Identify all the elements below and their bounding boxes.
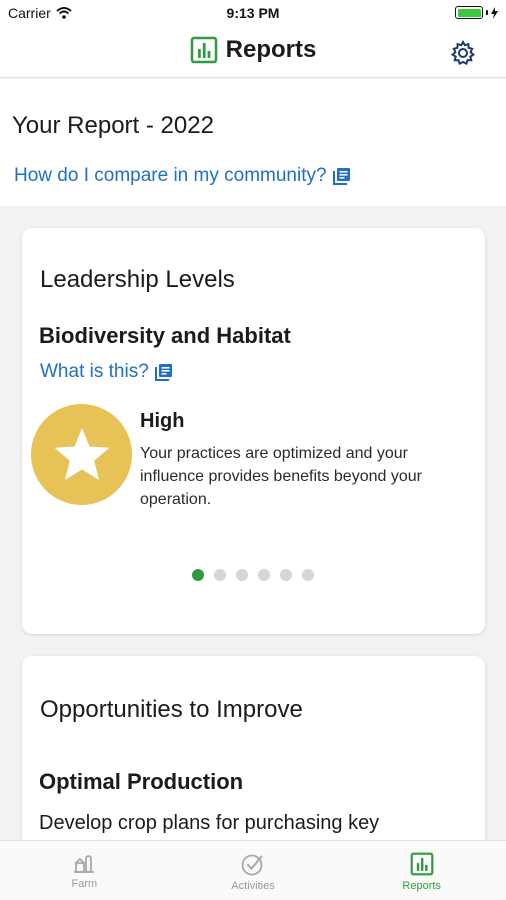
tab-farm-label: Farm xyxy=(71,878,98,890)
level-description: Your practices are optimized and your in… xyxy=(140,445,422,508)
gear-icon xyxy=(450,40,476,65)
bar-chart-icon xyxy=(190,36,217,64)
what-is-this-link[interactable]: What is this? xyxy=(40,361,173,383)
star-icon xyxy=(54,427,109,480)
status-time: 9:13 PM xyxy=(226,5,280,21)
tab-activities-label: Activities xyxy=(231,880,275,892)
what-is-this-label: What is this? xyxy=(40,361,149,382)
tab-reports[interactable]: Reports xyxy=(337,841,506,900)
book-icon xyxy=(154,364,172,381)
page-dot[interactable] xyxy=(192,569,204,581)
page-dot[interactable] xyxy=(258,569,270,581)
book-icon xyxy=(332,168,350,185)
tab-farm[interactable]: Farm xyxy=(0,841,169,900)
farm-icon xyxy=(74,855,95,873)
tab-activities[interactable]: Activities xyxy=(169,841,338,900)
status-right xyxy=(455,6,498,19)
opportunity-body: Develop crop plans for purchasing key xyxy=(39,812,380,834)
page-dot[interactable] xyxy=(280,569,292,581)
tab-reports-label: Reports xyxy=(402,880,441,892)
compare-link[interactable]: How do I compare in my community? xyxy=(14,165,351,187)
battery-icon xyxy=(455,6,483,19)
leadership-card[interactable]: Leadership Levels Biodiversity and Habit… xyxy=(22,228,485,634)
nav-title-group: Reports xyxy=(0,36,506,64)
report-header: Your Report - 2022 How do I compare in m… xyxy=(0,79,506,206)
tab-bar: Farm Activities Reports xyxy=(0,840,506,900)
level-title: High xyxy=(140,410,185,432)
check-circle-icon xyxy=(241,854,263,876)
nav-bar: Reports xyxy=(0,28,506,78)
page-dot[interactable] xyxy=(236,569,248,581)
level-badge xyxy=(31,404,132,505)
page-dot[interactable] xyxy=(214,569,226,581)
pagination-dots[interactable] xyxy=(192,569,314,581)
status-bar: Carrier 9:13 PM xyxy=(0,0,506,28)
category-title: Biodiversity and Habitat xyxy=(39,323,291,348)
page-title: Reports xyxy=(225,36,317,63)
opportunities-heading: Opportunities to Improve xyxy=(40,696,303,723)
page-dot[interactable] xyxy=(302,569,314,581)
leadership-heading: Leadership Levels xyxy=(40,266,235,293)
report-title: Your Report - 2022 xyxy=(12,112,214,139)
settings-button[interactable] xyxy=(448,38,478,68)
charging-icon xyxy=(491,6,498,19)
compare-link-label: How do I compare in my community? xyxy=(14,165,327,186)
bar-chart-icon xyxy=(410,852,434,876)
battery-tip xyxy=(486,10,488,15)
opportunity-title: Optimal Production xyxy=(39,769,244,794)
